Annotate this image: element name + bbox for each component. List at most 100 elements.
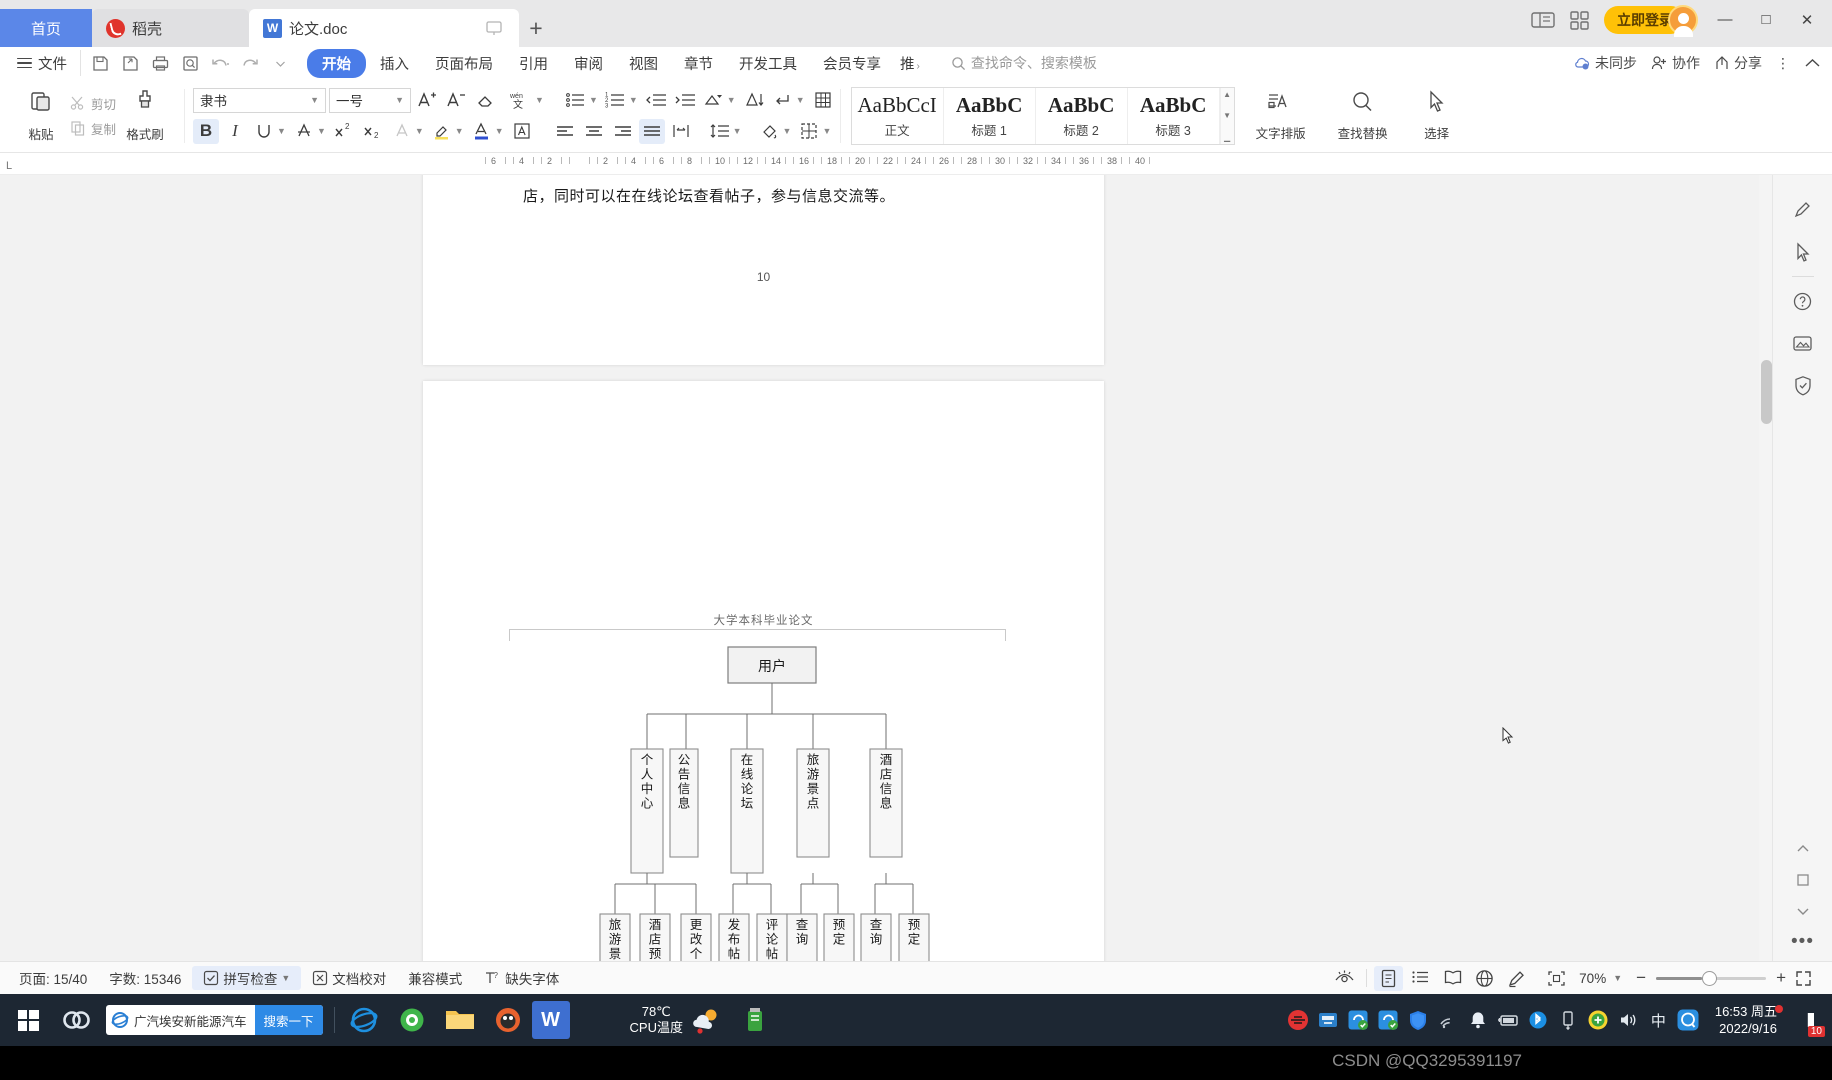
align-right-button[interactable] <box>610 119 636 144</box>
styles-scroll[interactable]: ▲ ▼ ▁ <box>1219 87 1234 144</box>
decrease-indent-icon[interactable] <box>643 88 669 113</box>
view-page-layout-icon[interactable] <box>1374 965 1404 991</box>
document-canvas[interactable]: 店，同时可以在在线论坛查看帖子，参与信息交流等。 10 大学本科毕业论文 用户 <box>0 175 1772 961</box>
login-button[interactable]: 立即登录 <box>1604 4 1698 37</box>
more-options-icon[interactable]: ⋮ <box>1776 55 1790 72</box>
battery-icon[interactable] <box>1495 1005 1522 1035</box>
text-typeset-button[interactable]: 文字排版 <box>1243 90 1319 142</box>
shield-icon[interactable] <box>1786 364 1820 406</box>
distribute-button[interactable] <box>668 119 694 144</box>
missing-font-button[interactable]: ? 缺失字体 <box>473 968 570 988</box>
taskbar-search-box[interactable]: 广汽埃安新能源汽车 搜索一下 <box>106 1005 323 1035</box>
print-icon[interactable] <box>146 50 174 76</box>
cortana-icon[interactable] <box>52 996 100 1044</box>
superscript-button[interactable]: 2 <box>331 119 357 144</box>
collaborate-button[interactable]: 协作 <box>1651 53 1700 73</box>
wifi-icon[interactable] <box>1435 1005 1462 1035</box>
volume-icon[interactable] <box>1615 1005 1642 1035</box>
save-icon[interactable] <box>86 50 114 76</box>
italic-button[interactable]: I <box>222 119 248 144</box>
style-heading3[interactable]: AaBbC 标题 3 <box>1128 87 1220 144</box>
ruler[interactable]: L 6 4 2 2 4 6 8 10 12 14 16 18 20 22 24 26 28 30 32 34 36 38 4… <box>0 153 1832 175</box>
qq-browser-icon[interactable] <box>1675 1005 1702 1035</box>
style-normal[interactable]: AaBbCcI 正文 <box>852 87 944 144</box>
cut-button[interactable]: 剪切 <box>70 94 116 113</box>
taskbar-clock[interactable]: 16:53 周五 2022/9/16 <box>1705 1003 1787 1037</box>
chevron-down-icon[interactable]: ▼ <box>589 95 598 105</box>
chevron-down-icon[interactable]: ▼ <box>822 126 831 136</box>
weather-icon[interactable] <box>683 996 731 1044</box>
chevron-down-icon[interactable]: ▼ <box>495 126 504 136</box>
pen-tool-icon[interactable] <box>1786 189 1820 231</box>
tab-home[interactable]: 首页 <box>0 9 92 47</box>
zoom-out-button[interactable]: − <box>1636 968 1646 988</box>
proofread-button[interactable]: 文档校对 <box>301 968 397 988</box>
action-center-button[interactable]: 10 <box>1790 1000 1825 1040</box>
focus-eye-icon[interactable] <box>1330 966 1359 991</box>
ribbon-tab-member[interactable]: 会员专享 <box>811 50 893 77</box>
paste-button[interactable]: 粘贴 <box>12 89 70 143</box>
presentation-icon[interactable] <box>483 17 505 39</box>
collapse-ribbon-icon[interactable] <box>1804 57 1821 69</box>
zoom-in-button[interactable]: + <box>1776 968 1786 988</box>
redo-icon[interactable] <box>236 50 264 76</box>
spellcheck-button[interactable]: 拼写检查 ▼ <box>192 966 302 990</box>
sort-icon[interactable] <box>701 88 727 113</box>
tab-document[interactable]: W 论文.doc <box>249 9 519 47</box>
borders-button[interactable] <box>796 119 822 144</box>
clear-format-icon[interactable] <box>472 88 498 113</box>
shading-button[interactable] <box>757 119 783 144</box>
fit-page-icon[interactable] <box>1542 966 1571 991</box>
tab-docer[interactable]: 稻壳 <box>92 9 249 47</box>
sync-green-icon-2[interactable] <box>1375 1005 1402 1035</box>
help-icon[interactable] <box>1786 280 1820 322</box>
file-menu-button[interactable]: 文件 <box>8 53 76 74</box>
ribbon-tab-more[interactable]: 推 › <box>895 50 925 77</box>
zoom-level-label[interactable]: 70% ▼ <box>1574 971 1627 986</box>
command-search[interactable]: 查找命令、搜索模板 <box>951 53 1097 73</box>
chevron-down-icon[interactable]: ▼ <box>727 95 736 105</box>
bluetooth-icon[interactable] <box>1525 1005 1552 1035</box>
annotate-pen-icon[interactable] <box>1502 966 1531 991</box>
chevron-down-icon[interactable]: ▼ <box>535 95 544 105</box>
view-web-icon[interactable] <box>1470 966 1499 991</box>
new-tab-button[interactable]: + <box>519 9 553 47</box>
show-marks-icon[interactable] <box>770 88 796 113</box>
screenshot-icon[interactable] <box>1786 322 1820 364</box>
decrease-font-size-icon[interactable] <box>443 88 469 113</box>
file-explorer-taskbar-icon[interactable] <box>436 996 484 1044</box>
view-outline-icon[interactable] <box>1406 966 1435 991</box>
tencent-shield-icon[interactable] <box>1405 1005 1432 1035</box>
browser-360-taskbar-icon[interactable] <box>388 996 436 1044</box>
quick-access-more-icon[interactable] <box>266 50 294 76</box>
close-button[interactable]: ✕ <box>1792 7 1822 33</box>
zoom-slider[interactable] <box>1656 970 1767 986</box>
scroll-up-icon[interactable]: ▲ <box>1223 90 1231 99</box>
highlight-color-button[interactable] <box>429 119 455 144</box>
pinyin-guide-icon[interactable]: wén 文 <box>501 88 535 113</box>
styles-expand-icon[interactable]: ▁ <box>1224 133 1230 142</box>
vertical-scrollbar[interactable] <box>1759 175 1772 961</box>
ribbon-tab-page-layout[interactable]: 页面布局 <box>423 50 505 77</box>
find-replace-button[interactable]: 查找替换 <box>1323 90 1403 142</box>
style-heading1[interactable]: AaBbC 标题 1 <box>944 87 1036 144</box>
chevron-down-icon[interactable]: ▼ <box>455 126 464 136</box>
start-button[interactable] <box>4 996 52 1044</box>
chevron-down-icon[interactable]: ▼ <box>783 126 792 136</box>
copy-button[interactable]: 复制 <box>70 119 116 138</box>
save-as-icon[interactable] <box>116 50 144 76</box>
font-size-select[interactable]: 一号 ▼ <box>329 87 412 113</box>
align-left-button[interactable] <box>552 119 578 144</box>
minimize-button[interactable]: — <box>1710 7 1740 33</box>
chevron-down-icon[interactable]: ▼ <box>317 126 326 136</box>
ie-browser-taskbar-icon[interactable] <box>340 996 388 1044</box>
sync-status-button[interactable]: 未同步 <box>1573 53 1637 73</box>
sync-green-icon-1[interactable] <box>1345 1005 1372 1035</box>
undo-icon[interactable] <box>206 50 234 76</box>
text-effects-button[interactable] <box>389 119 415 144</box>
char-border-button[interactable] <box>509 119 535 144</box>
cpu-temperature-widget[interactable]: 78℃ CPU温度 <box>630 1004 683 1036</box>
paragraph-layout-icon[interactable] <box>741 88 767 113</box>
underline-button[interactable] <box>251 119 277 144</box>
zoom-slider-knob[interactable] <box>1702 970 1718 986</box>
